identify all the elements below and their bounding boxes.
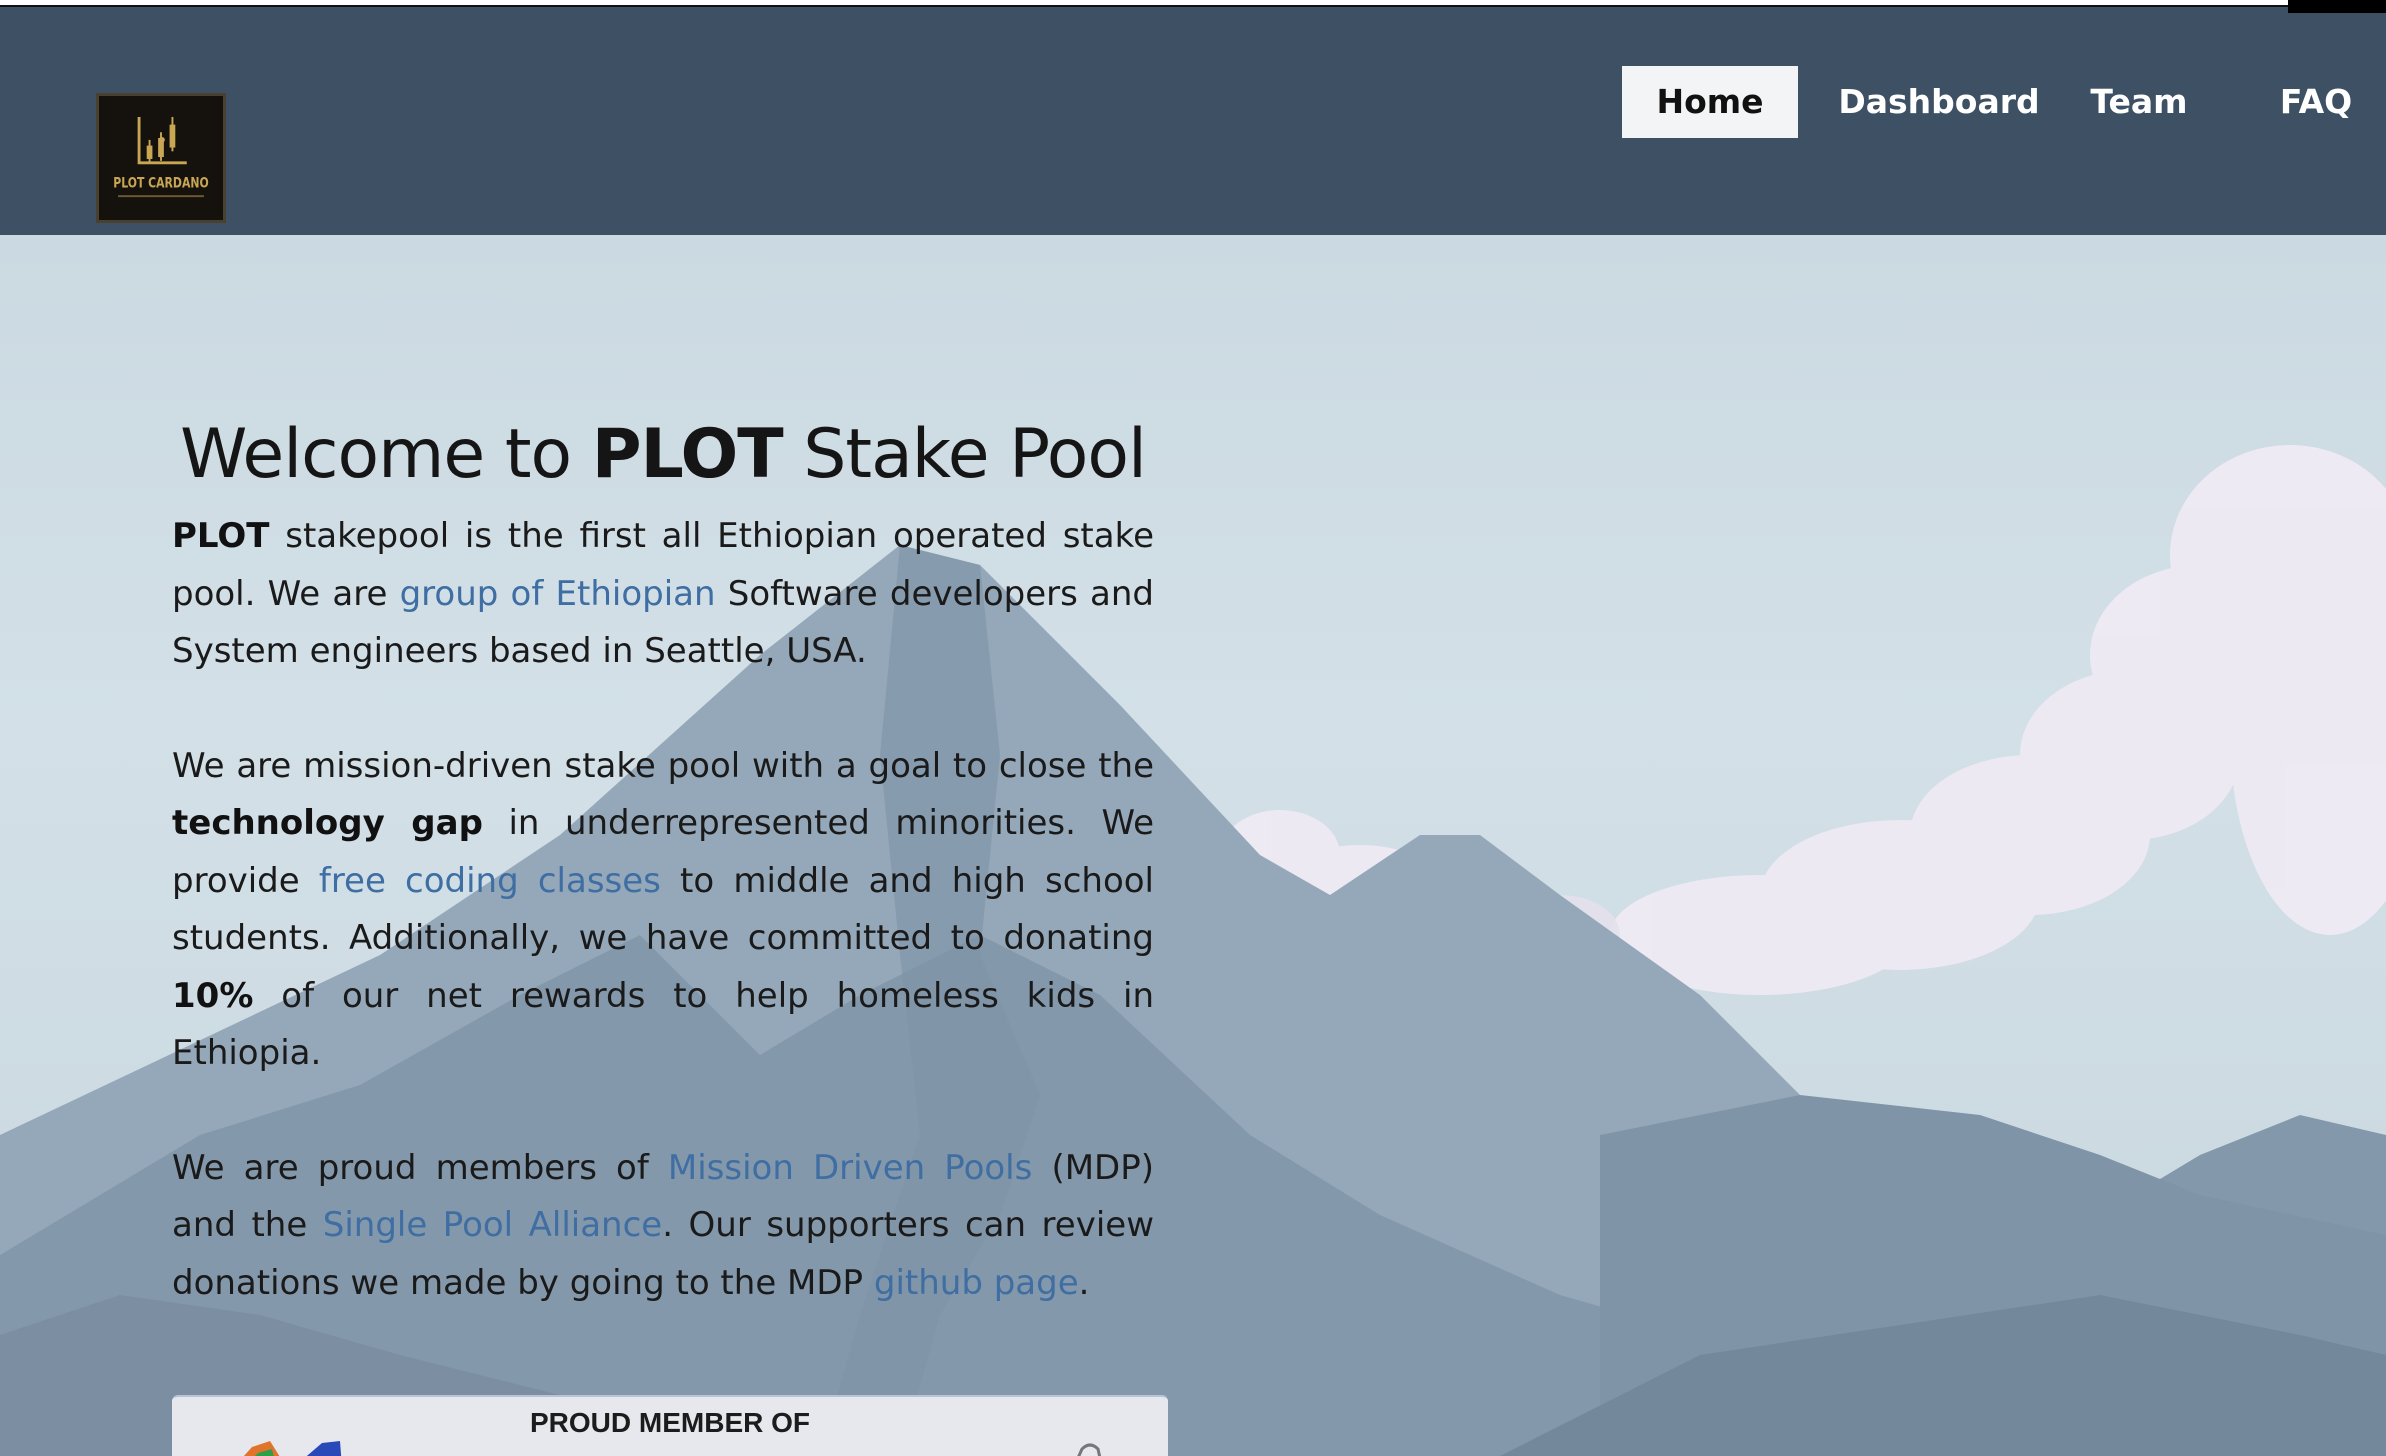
- p1-brand: PLOT: [172, 516, 270, 556]
- p3-text-1: We are proud members of: [172, 1147, 668, 1188]
- top-bar-end: [2288, 0, 2386, 13]
- p2-bold-technology-gap: technology gap: [172, 803, 483, 843]
- nav-dashboard[interactable]: Dashboard: [1828, 66, 2050, 138]
- p2-text-4: of our net rewards to help homeless kids…: [172, 975, 1154, 1074]
- browser-top-strip: [0, 0, 2386, 15]
- link-mission-driven-pools[interactable]: Mission Driven Pools: [668, 1148, 1032, 1188]
- intro-paragraph-1: PLOT stakepool is the first all Ethiopia…: [172, 508, 1154, 681]
- title-suffix: Stake Pool: [782, 415, 1147, 494]
- nav-home[interactable]: Home: [1622, 66, 1798, 138]
- intro-paragraph-2: We are mission-driven stake pool with a …: [172, 738, 1154, 1083]
- link-single-pool-alliance[interactable]: Single Pool Alliance: [323, 1205, 662, 1245]
- hero-section: Welcome to PLOT Stake Pool PLOT stakepoo…: [0, 235, 2386, 1456]
- link-group-of-ethiopian[interactable]: group of Ethiopian: [400, 574, 716, 614]
- proud-member-badge[interactable]: PROUD MEMBER OF: [172, 1395, 1168, 1456]
- intro-paragraph-3: We are proud members of Mission Driven P…: [172, 1140, 1154, 1313]
- site-header: PLOT CARDANO Home Dashboard Team FAQ: [0, 15, 2386, 235]
- nav-team[interactable]: Team: [2074, 66, 2204, 138]
- page-title: Welcome to PLOT Stake Pool: [172, 415, 1154, 494]
- logo-graphic: PLOT CARDANO: [99, 96, 223, 220]
- badge-logos: [243, 1441, 1102, 1456]
- plot-cardano-logo[interactable]: PLOT CARDANO: [96, 93, 226, 223]
- p2-text-1: We are mission-driven stake pool with a …: [172, 745, 1154, 786]
- nav-faq[interactable]: FAQ: [2266, 66, 2366, 138]
- p2-bold-percent: 10%: [172, 975, 254, 1016]
- logo-text: PLOT CARDANO: [113, 176, 208, 192]
- link-github-page[interactable]: github page: [874, 1263, 1079, 1303]
- title-prefix: Welcome to: [180, 415, 592, 494]
- top-bar: [0, 0, 2288, 7]
- p3-text-4: .: [1078, 1262, 1090, 1303]
- link-free-coding-classes[interactable]: free coding classes: [319, 861, 661, 901]
- intro-content: Welcome to PLOT Stake Pool PLOT stakepoo…: [172, 415, 1154, 1312]
- title-brand: PLOT: [591, 415, 784, 494]
